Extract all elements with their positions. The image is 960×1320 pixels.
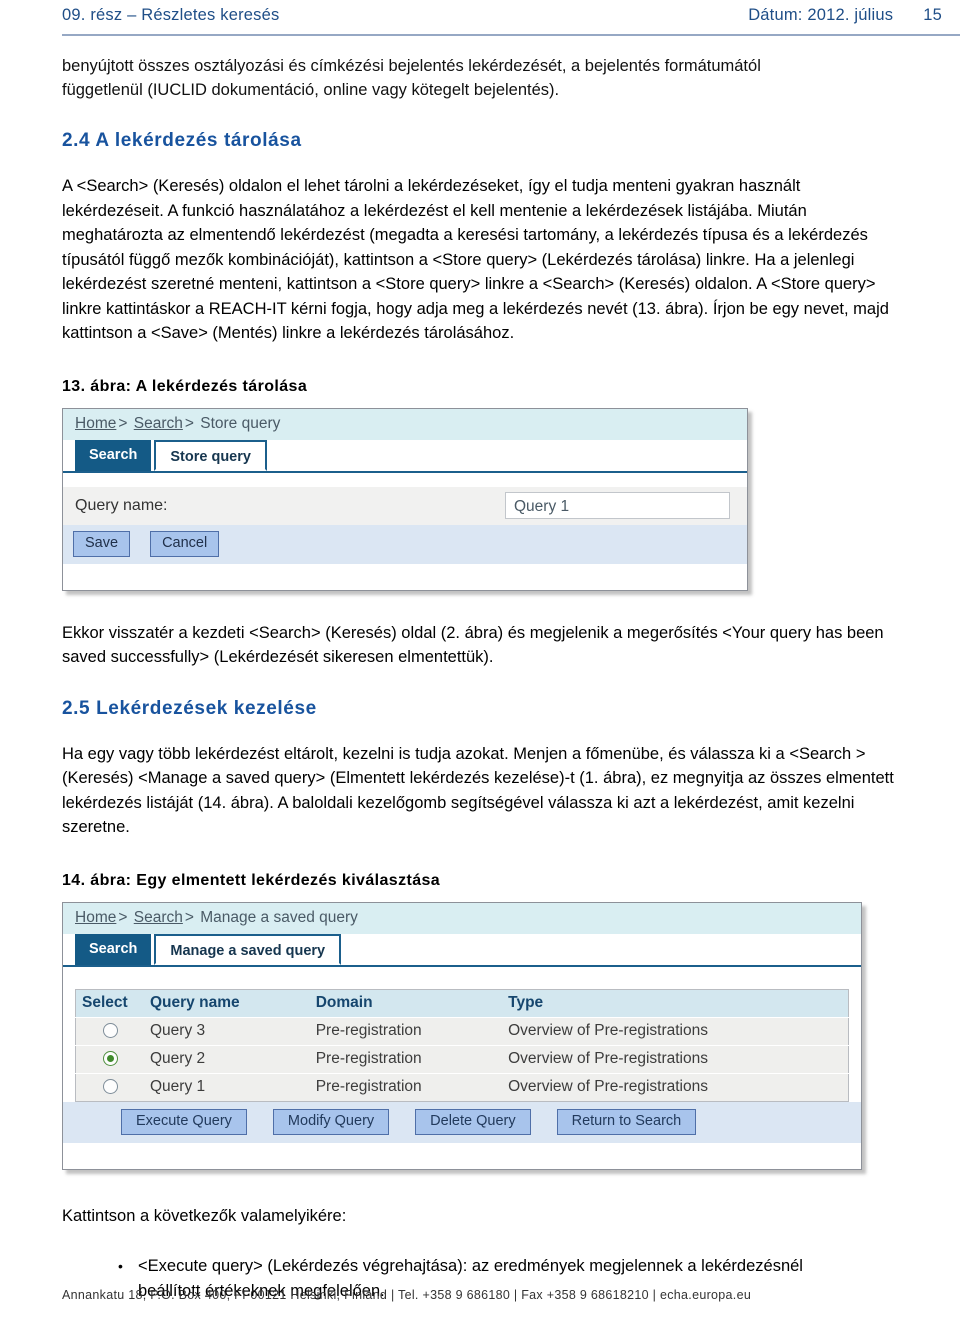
cell-domain: Pre-registration — [309, 1072, 503, 1101]
radio-button[interactable] — [102, 1022, 118, 1038]
tab-search[interactable]: Search — [75, 439, 152, 471]
page-content: benyújtott összes osztályozási és címkéz… — [62, 48, 900, 1303]
header-page-number: 15 — [923, 6, 942, 24]
column-header-select: Select — [75, 989, 144, 1017]
header-date: Dátum: 2012. július — [748, 6, 894, 24]
click-instruction-paragraph: Kattintson a következők valamelyikére: — [62, 1206, 347, 1225]
column-header-domain: Domain — [309, 989, 503, 1017]
table-row[interactable]: Query 1 Pre-registration Overview of Pre… — [75, 1072, 849, 1101]
intro-paragraph: benyújtott összes osztályozási és címkéz… — [62, 57, 761, 99]
save-button[interactable]: Save — [73, 530, 131, 557]
figure13-breadcrumb: Home > Search > Store query — [63, 408, 747, 440]
breadcrumb-link-home[interactable]: Home — [75, 415, 116, 432]
section-2-4-after-figure-paragraph: Ekkor visszatér a kezdeti <Search> (Kere… — [62, 623, 884, 667]
table-header-row: Select Query name Domain Type — [75, 989, 849, 1017]
query-name-input[interactable]: Query 1 — [505, 492, 730, 519]
figure13-tabstrip: Search Store query — [63, 439, 747, 473]
section-2-5-paragraph: Ha egy vagy több lekérdezést eltárolt, k… — [62, 744, 894, 837]
cell-domain: Pre-registration — [309, 1016, 503, 1045]
radio-button[interactable] — [102, 1078, 118, 1094]
breadcrumb-current: Manage a saved query — [200, 908, 358, 926]
cell-query-name: Query 1 — [144, 1072, 310, 1101]
section-heading-2-4: 2.4 A lekérdezés tárolása — [62, 130, 302, 151]
column-header-query-name: Query name — [144, 989, 310, 1017]
cell-domain: Pre-registration — [309, 1044, 503, 1073]
header-document-title: 09. rész – Részletes keresés — [62, 6, 280, 24]
radio-button-selected[interactable] — [102, 1050, 118, 1066]
breadcrumb-separator: > — [118, 908, 128, 926]
figure14-button-row: Execute Query Modify Query Delete Query … — [63, 1101, 861, 1143]
figure-14-caption: 14. ábra: Egy elmentett lekérdezés kivál… — [62, 871, 441, 889]
tab-manage-a-saved-query[interactable]: Manage a saved query — [154, 933, 342, 965]
figure13-body: Query name: Query 1 Save Cancel — [63, 486, 747, 590]
tab-search[interactable]: Search — [75, 933, 152, 965]
figure14-blank-area — [63, 1142, 861, 1169]
cell-query-name: Query 3 — [144, 1016, 310, 1045]
figure14-tabstrip: Search Manage a saved query — [63, 933, 861, 967]
query-name-row: Query name: Query 1 — [63, 486, 747, 525]
cell-query-name: Query 2 — [144, 1044, 310, 1073]
section-2-4-paragraph: A <Search> (Keresés) oldalon el lehet tá… — [62, 177, 889, 342]
breadcrumb-current: Store query — [200, 414, 281, 432]
modify-query-button[interactable]: Modify Query — [272, 1108, 390, 1135]
delete-query-button[interactable]: Delete Query — [415, 1108, 531, 1135]
figure14-body: Select Query name Domain Type Query 3 Pr… — [63, 966, 861, 1169]
execute-query-button[interactable]: Execute Query — [121, 1108, 247, 1135]
return-to-search-button[interactable]: Return to Search — [556, 1108, 697, 1135]
page-header: 09. rész – Részletes keresés Dátum: 2012… — [0, 0, 960, 38]
figure-14-screenshot: Home > Search > Manage a saved query Searc… — [62, 901, 862, 1170]
cell-type: Overview of Pre-registrations — [502, 1044, 849, 1073]
breadcrumb-link-search[interactable]: Search — [134, 909, 183, 926]
tab-store-query[interactable]: Store query — [154, 439, 267, 471]
breadcrumb-separator: > — [184, 908, 194, 926]
figure14-spacer — [63, 966, 861, 989]
figure-13-screenshot: Home > Search > Store query Search Store qu… — [62, 407, 748, 591]
breadcrumb-separator: > — [184, 414, 194, 432]
cell-type: Overview of Pre-registrations — [502, 1016, 849, 1045]
table-row[interactable]: Query 2 Pre-registration Overview of Pre… — [75, 1044, 849, 1073]
breadcrumb-link-home[interactable]: Home — [75, 909, 116, 926]
cancel-button[interactable]: Cancel — [150, 530, 220, 557]
figure13-blank-area — [63, 563, 747, 590]
figure-13-caption: 13. ábra: A lekérdezés tárolása — [62, 377, 308, 395]
row-select-cell[interactable] — [75, 1044, 144, 1073]
breadcrumb-separator: > — [118, 414, 128, 432]
section-heading-2-5: 2.5 Lekérdezések kezelése — [62, 697, 317, 719]
saved-queries-table: Select Query name Domain Type Query 3 Pr… — [75, 988, 849, 1102]
row-select-cell[interactable] — [75, 1016, 144, 1045]
figure13-button-row: Save Cancel — [63, 524, 747, 564]
column-header-type: Type — [502, 989, 849, 1017]
query-name-label: Query name: — [75, 496, 168, 514]
page-footer: Annankatu 18, P.O. Box 400, FI-00121 Hel… — [62, 1288, 752, 1302]
table-row[interactable]: Query 3 Pre-registration Overview of Pre… — [75, 1016, 849, 1045]
header-divider — [62, 34, 960, 36]
breadcrumb-link-search[interactable]: Search — [134, 415, 183, 432]
figure14-breadcrumb: Home > Search > Manage a saved query — [63, 902, 861, 934]
cell-type: Overview of Pre-registrations — [502, 1072, 849, 1101]
row-select-cell[interactable] — [75, 1072, 144, 1101]
